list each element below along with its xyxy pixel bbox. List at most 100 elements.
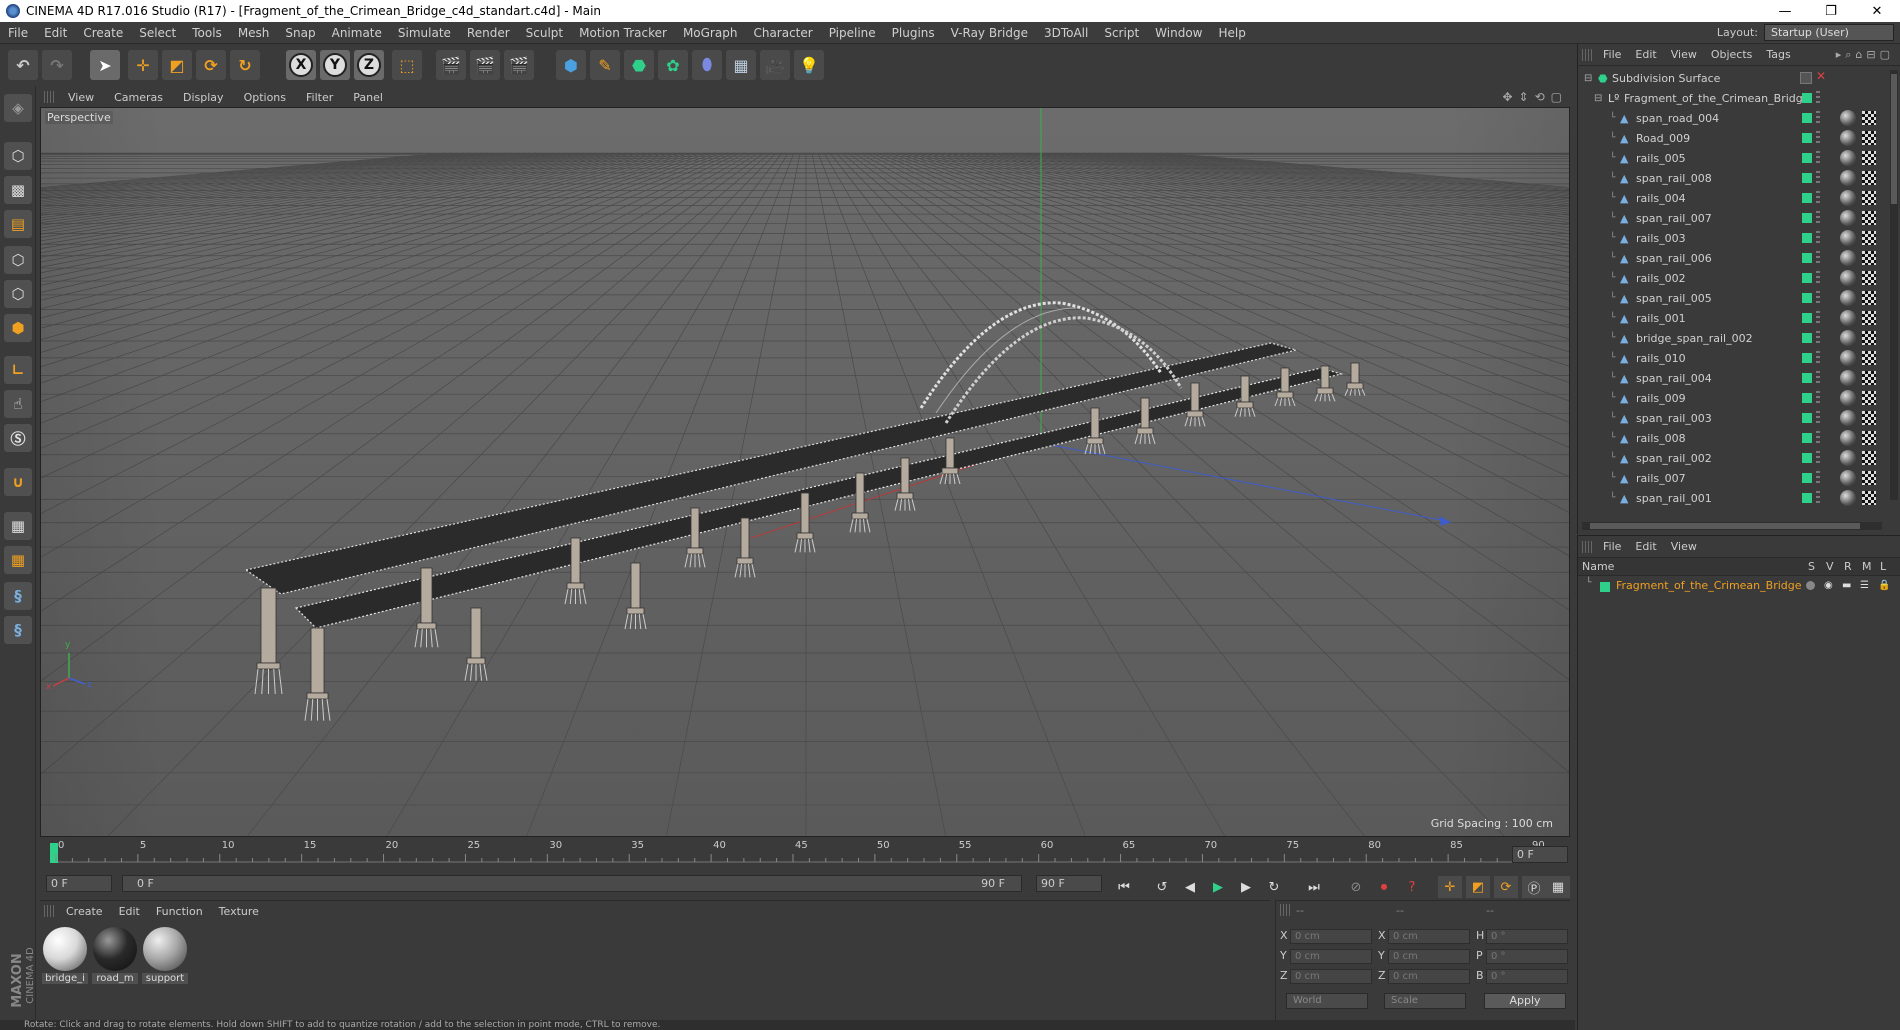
pan-icon[interactable]: ✥ xyxy=(1502,90,1512,104)
play-forward-icon[interactable]: ▶ xyxy=(1206,876,1230,898)
snap-magnet-icon[interactable]: ∪ xyxy=(4,468,32,496)
layer-color-swatch[interactable] xyxy=(1802,313,1812,323)
panel-grip-icon[interactable] xyxy=(1582,540,1592,553)
close-button[interactable]: ✕ xyxy=(1854,0,1900,22)
position-x-field[interactable]: 0 cm xyxy=(1290,929,1372,944)
material-menu-create[interactable]: Create xyxy=(58,905,111,918)
subdivision-surface-icon[interactable]: ⬣ xyxy=(624,50,654,80)
tweak-mode-icon[interactable]: ☝ xyxy=(4,390,32,418)
tree-item-object[interactable]: └ ▲ span_rail_004 xyxy=(1578,368,1888,388)
layer-color-swatch[interactable] xyxy=(1802,93,1812,103)
material-tag-icon[interactable] xyxy=(1840,430,1856,446)
deformer-icon[interactable]: ⬮ xyxy=(692,50,722,80)
position-y-field[interactable]: 0 cm xyxy=(1290,949,1372,964)
size-mode-select[interactable]: Scale xyxy=(1384,993,1466,1009)
material-tag-icon[interactable] xyxy=(1840,450,1856,466)
visibility-dots-icon[interactable] xyxy=(1816,251,1820,265)
panel-grip-icon[interactable] xyxy=(44,905,54,917)
render-toggle-icon[interactable]: ▬ xyxy=(1842,580,1851,591)
menu-help[interactable]: Help xyxy=(1210,26,1253,40)
tree-item-object[interactable]: └ ▲ span_rail_005 xyxy=(1578,288,1888,308)
visibility-dots-icon[interactable] xyxy=(1816,111,1820,125)
solo-toggle-icon[interactable] xyxy=(1806,581,1815,590)
layer-color-swatch[interactable] xyxy=(1802,433,1812,443)
previous-frame-icon[interactable]: ◀ xyxy=(1178,876,1202,898)
menu-select[interactable]: Select xyxy=(131,26,184,40)
menu-sculpt[interactable]: Sculpt xyxy=(518,26,571,40)
tree-item-bridge-group[interactable]: ⊟ Lº Fragment_of_the_Crimean_Bridge xyxy=(1578,88,1888,108)
next-frame-icon[interactable]: ▶ xyxy=(1234,876,1258,898)
apply-button[interactable]: Apply xyxy=(1484,993,1566,1009)
polygons-mode-icon[interactable]: ⬢ xyxy=(4,314,32,342)
menu-snap[interactable]: Snap xyxy=(277,26,323,40)
axis-y-lock-button[interactable]: Y xyxy=(320,50,350,80)
position-z-field[interactable]: 0 cm xyxy=(1290,969,1372,984)
material-swatch-road[interactable]: road_m xyxy=(92,927,138,984)
material-menu-edit[interactable]: Edit xyxy=(111,905,148,918)
material-tag-icon[interactable] xyxy=(1840,290,1856,306)
tree-item-object[interactable]: └ ▲ rails_007 xyxy=(1578,468,1888,488)
texture-tag-icon[interactable] xyxy=(1862,171,1876,185)
texture-tag-icon[interactable] xyxy=(1862,351,1876,365)
material-tag-icon[interactable] xyxy=(1840,390,1856,406)
tree-item-object[interactable]: └ ▲ rails_003 xyxy=(1578,228,1888,248)
texture-tag-icon[interactable] xyxy=(1862,371,1876,385)
layer-color-swatch[interactable] xyxy=(1802,453,1812,463)
material-menu-function[interactable]: Function xyxy=(148,905,211,918)
tree-item-object[interactable]: └ ▲ span_rail_001 xyxy=(1578,488,1888,508)
material-tag-icon[interactable] xyxy=(1840,370,1856,386)
texture-tag-icon[interactable] xyxy=(1862,411,1876,425)
menu-window[interactable]: Window xyxy=(1147,26,1210,40)
layer-color-swatch[interactable] xyxy=(1802,413,1812,423)
menu-mograph[interactable]: MoGraph xyxy=(675,26,746,40)
key-rotation-icon[interactable]: ⟳ xyxy=(1494,876,1518,898)
visibility-dots-icon[interactable] xyxy=(1816,411,1820,425)
layers-menu-view[interactable]: View xyxy=(1664,540,1704,553)
visibility-dots-icon[interactable] xyxy=(1816,431,1820,445)
texture-mode-icon[interactable]: ▩ xyxy=(4,176,32,204)
object-tree-scrollbar[interactable] xyxy=(1890,70,1898,500)
viewport-menu-view[interactable]: View xyxy=(58,91,104,104)
previous-keyframe-icon[interactable]: ↺ xyxy=(1150,876,1174,898)
visibility-dots-icon[interactable] xyxy=(1816,231,1820,245)
tree-item-object[interactable]: └ ▲ span_rail_007 xyxy=(1578,208,1888,228)
key-position-icon[interactable]: ✛ xyxy=(1438,876,1462,898)
rotation-p-field[interactable]: 0 ° xyxy=(1486,949,1568,964)
python-script-icon[interactable]: § xyxy=(4,582,32,610)
panel-grip-icon[interactable] xyxy=(44,91,54,103)
viewport-menu-display[interactable]: Display xyxy=(173,91,234,104)
column-render[interactable]: R xyxy=(1844,560,1852,573)
visibility-dots-icon[interactable] xyxy=(1816,191,1820,205)
maximize-view-icon[interactable]: ▢ xyxy=(1551,90,1562,104)
tree-item-subdivision-surface[interactable]: ⊟ ⬣ Subdivision Surface ✕ xyxy=(1578,68,1888,88)
texture-tag-icon[interactable] xyxy=(1862,311,1876,325)
end-frame-field[interactable]: 90 F xyxy=(1036,875,1102,892)
texture-tag-icon[interactable] xyxy=(1862,251,1876,265)
tree-item-object[interactable]: └ ▲ span_rail_006 xyxy=(1578,248,1888,268)
visibility-dots-icon[interactable] xyxy=(1816,351,1820,365)
menu-plugins[interactable]: Plugins xyxy=(884,26,943,40)
coordinate-system-icon[interactable]: ⬚ xyxy=(392,50,422,80)
tree-item-object[interactable]: └ ▲ rails_008 xyxy=(1578,428,1888,448)
texture-tag-icon[interactable] xyxy=(1862,131,1876,145)
material-tag-icon[interactable] xyxy=(1840,270,1856,286)
column-manager[interactable]: M xyxy=(1862,560,1872,573)
collapse-icon[interactable]: ⊟ xyxy=(1594,93,1602,104)
menu-simulate[interactable]: Simulate xyxy=(390,26,459,40)
tree-item-object[interactable]: └ ▲ rails_001 xyxy=(1578,308,1888,328)
menu-3dtoall[interactable]: 3DToAll xyxy=(1036,26,1096,40)
tree-item-object[interactable]: └ ▲ span_rail_008 xyxy=(1578,168,1888,188)
material-tag-icon[interactable] xyxy=(1840,230,1856,246)
menu-tools[interactable]: Tools xyxy=(184,26,230,40)
visibility-dots-icon[interactable] xyxy=(1816,371,1820,385)
texture-tag-icon[interactable] xyxy=(1862,231,1876,245)
menu-pipeline[interactable]: Pipeline xyxy=(821,26,884,40)
tree-item-object[interactable]: └ ▲ span_rail_003 xyxy=(1578,408,1888,428)
visibility-dots-icon[interactable] xyxy=(1816,291,1820,305)
texture-tag-icon[interactable] xyxy=(1862,431,1876,445)
material-tag-icon[interactable] xyxy=(1840,310,1856,326)
scale-icon[interactable]: ◩ xyxy=(162,50,192,80)
layer-color-swatch[interactable] xyxy=(1802,333,1812,343)
eye-icon[interactable]: ◉ xyxy=(1824,580,1833,591)
visibility-dots-icon[interactable] xyxy=(1816,271,1820,285)
